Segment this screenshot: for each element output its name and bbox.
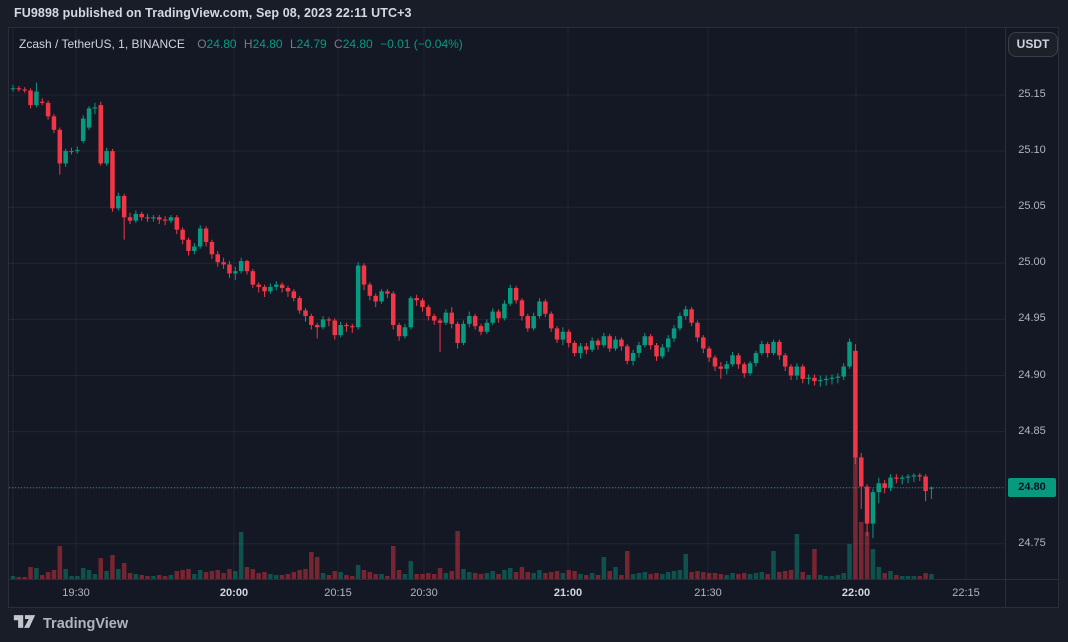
price-tick-label: 24.75 — [1006, 537, 1058, 549]
high-value: 24.80 — [253, 37, 283, 51]
footer: TradingView — [0, 607, 1068, 642]
time-tick-label: 22:00 — [842, 587, 870, 599]
candlestick-plot[interactable] — [9, 28, 1005, 579]
change-value: −0.01 (−0.04%) — [380, 37, 463, 51]
close-value: 24.80 — [343, 37, 373, 51]
legend-symbol: Zcash / TetherUS, 1, BINANCE — [19, 37, 185, 51]
time-tick-label: 22:15 — [952, 587, 980, 599]
tradingview-logo-text: TradingView — [43, 616, 128, 632]
price-pane[interactable]: Zcash / TetherUS, 1, BINANCE O24.80 H24.… — [9, 28, 1005, 579]
price-tick-label: 24.85 — [1006, 425, 1058, 437]
time-tick-label: 20:00 — [220, 587, 248, 599]
tradingview-logo-link[interactable]: TradingView — [13, 614, 128, 634]
volume-layer — [11, 457, 934, 579]
high-label: H — [244, 37, 253, 51]
time-tick-label: 20:15 — [324, 587, 352, 599]
price-axis[interactable]: 24.80 25.15 25.10 25.05 25.00 24.95 24.90 24.8… — [1005, 28, 1058, 607]
publish-info-bar: FU9898 published on TradingView.com, Sep… — [0, 0, 1068, 27]
close-label: C — [334, 37, 343, 51]
last-price-badge: 24.80 — [1008, 478, 1056, 497]
time-tick-label: 20:30 — [410, 587, 438, 599]
time-tick-label: 21:30 — [694, 587, 722, 599]
chart-frame: Zcash / TetherUS, 1, BINANCE O24.80 H24.… — [8, 27, 1059, 608]
open-label: O — [197, 37, 206, 51]
price-tick-label: 25.00 — [1006, 256, 1058, 268]
currency-toggle-button[interactable]: USDT — [1008, 32, 1058, 57]
low-value: 24.79 — [297, 37, 327, 51]
price-tick-label: 24.95 — [1006, 312, 1058, 324]
price-tick-label: 25.10 — [1006, 144, 1058, 156]
time-axis[interactable]: 19:30 20:00 20:15 20:30 21:00 21:30 22:00 22:15 — [9, 579, 1058, 606]
tradingview-logo-icon — [13, 614, 36, 634]
symbol-legend: Zcash / TetherUS, 1, BINANCE O24.80 H24.… — [19, 37, 463, 51]
low-label: L — [290, 37, 297, 51]
price-tick-label: 25.15 — [1006, 88, 1058, 100]
price-tick-label: 24.90 — [1006, 369, 1058, 381]
open-value: 24.80 — [207, 37, 237, 51]
time-tick-label: 21:00 — [554, 587, 582, 599]
publish-info-text: FU9898 published on TradingView.com, Sep… — [14, 6, 412, 20]
price-tick-label: 25.05 — [1006, 200, 1058, 212]
time-tick-label: 19:30 — [62, 587, 90, 599]
